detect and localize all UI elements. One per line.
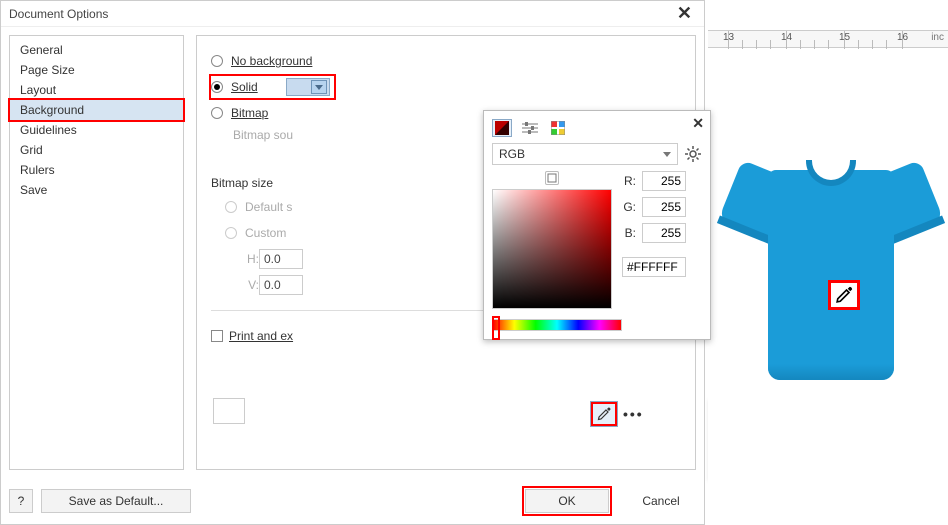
canvas-area: 13 14 15 16 inc [708,0,948,525]
ruler-mark: 16 [897,32,908,43]
nav-item-page-size[interactable]: Page Size [10,60,183,80]
hex-input[interactable] [622,257,686,277]
gear-icon[interactable] [684,145,702,163]
horizontal-ruler: 13 14 15 16 inc [708,30,948,48]
v-input [259,275,303,295]
save-default-button[interactable]: Save as Default... [41,489,191,513]
radio-custom-size [225,227,237,239]
hue-slider[interactable] [492,319,622,331]
radio-bitmap[interactable] [211,107,223,119]
tab-palettes-icon[interactable] [548,119,568,137]
radio-default-size [225,201,237,213]
solid-row-highlight: Solid [209,74,336,100]
radio-no-background[interactable] [211,55,223,67]
g-label: G: [622,200,636,214]
tab-sliders-icon[interactable] [520,119,540,137]
b-label: B: [622,226,636,240]
preview-swatch [213,398,245,424]
nav-item-general[interactable]: General [10,40,183,60]
cancel-button[interactable]: Cancel [626,489,696,513]
ruler-mark: 15 [839,32,850,43]
nav-item-save[interactable]: Save [10,180,183,200]
nav-item-guidelines[interactable]: Guidelines [10,120,183,140]
ruler-mark: 13 [723,32,734,43]
document-options-dialog: Document Options ✕ General Page Size Lay… [0,0,705,525]
tshirt-image [726,130,936,410]
ok-button[interactable]: OK [525,489,609,513]
dialog-footer: ? Save as Default... OK Cancel [1,478,704,524]
titlebar: Document Options ✕ [1,1,704,27]
chevron-down-icon [311,80,327,94]
color-model-value: RGB [499,147,525,161]
r-label: R: [622,174,636,188]
nav-item-grid[interactable]: Grid [10,140,183,160]
v-label: V: [245,278,259,292]
picker-close-icon[interactable]: ✕ [692,115,704,132]
more-options-icon[interactable]: ••• [623,406,644,422]
ruler-unit: inc [931,32,944,43]
custom-size-label: Custom [245,226,286,240]
close-icon[interactable]: ✕ [669,3,700,24]
color-field[interactable] [492,189,612,309]
radio-solid[interactable] [211,81,223,93]
solid-label: Solid [231,80,258,94]
nav-sidebar: General Page Size Layout Background Guid… [9,35,184,470]
r-input[interactable] [642,171,686,191]
b-input[interactable] [642,223,686,243]
default-size-label: Default s [245,200,292,214]
color-model-select[interactable]: RGB [492,143,678,165]
checkbox-print-export[interactable] [211,330,223,342]
swap-color-icon[interactable] [545,171,559,185]
h-label: H: [245,252,259,266]
print-export-label: Print and ex [229,329,293,343]
solid-color-dropdown[interactable] [286,78,330,96]
ok-highlight: OK [522,486,612,516]
nav-item-rulers[interactable]: Rulers [10,160,183,180]
color-picker-popup: ✕ [483,110,711,340]
nav-item-layout[interactable]: Layout [10,80,183,100]
content-panel: No background Solid Bitmap Bitmap sou [196,35,696,470]
no-background-label: No background [231,54,312,68]
eyedropper-button[interactable] [591,402,617,426]
tab-color-viewer-icon[interactable] [492,119,512,137]
h-input [259,249,303,269]
eyedropper-cursor-icon [828,280,860,310]
ruler-mark: 14 [781,32,792,43]
dialog-title: Document Options [9,7,669,21]
nav-item-background[interactable]: Background [8,98,185,122]
g-input[interactable] [642,197,686,217]
help-button[interactable]: ? [9,489,33,513]
bitmap-label: Bitmap [231,106,268,120]
